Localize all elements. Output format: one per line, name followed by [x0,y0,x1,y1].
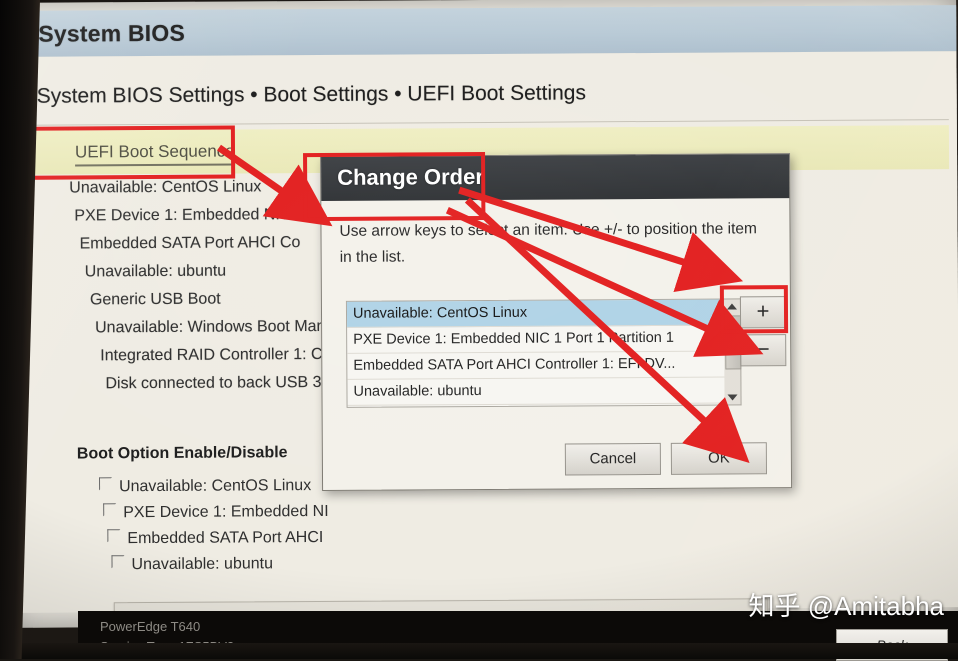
checkbox-icon[interactable] [103,503,117,517]
scrollbar-thumb[interactable] [725,315,742,370]
watermark: 知乎 @Amitabha [748,591,944,621]
boot-order-list-item[interactable]: PXE Device 1: Embedded NIC 1 Port 1 Part… [347,325,726,354]
service-tag: Service Tag : 1ZS5BV2 [100,639,235,654]
boot-option-checkbox-row[interactable]: Unavailable: ubuntu [111,551,273,578]
breadcrumb-divider [26,119,949,126]
boot-order-list-item[interactable]: Unavailable: CentOS Linux [346,299,726,328]
boot-option-checkbox-row[interactable]: Unavailable: CentOS Linux [98,473,312,500]
dialog-description: Use arrow keys to select an item. Use +/… [339,220,757,266]
move-down-button[interactable]: − [740,334,787,367]
dialog-title: Change Order [337,163,484,190]
scroll-down-arrow-icon[interactable] [727,394,738,401]
mouse-cursor-icon [709,260,726,285]
window-title: System BIOS [38,19,186,47]
boot-option-label: Unavailable: CentOS Linux [119,477,312,496]
boot-option-checkbox-row[interactable]: PXE Device 1: Embedded NI [103,499,329,526]
boot-order-list-item[interactable]: Unavailable: ubuntu [347,377,726,406]
boot-option-label: PXE Device 1: Embedded NI [123,502,329,522]
checkbox-icon[interactable] [111,555,125,569]
dialog-titlebar: Change Order [321,154,790,201]
listbox-scrollbar[interactable] [723,298,742,406]
uefi-boot-sequence-label: UEFI Boot Sequence [74,141,235,167]
breadcrumb: System BIOS Settings • Boot Settings • U… [36,81,587,108]
boot-option-checkbox-row[interactable]: Embedded SATA Port AHCI [107,525,323,552]
boot-order-list-item[interactable]: Embedded SATA Port AHCI Controller 1: EF… [347,351,726,380]
boot-option-label: Embedded SATA Port AHCI [127,528,324,548]
screenshot-root: System BIOS System BIOS Settings • Boot … [0,0,958,661]
cancel-button[interactable]: Cancel [564,442,661,476]
bios-screen: System BIOS System BIOS Settings • Boot … [6,0,958,657]
boot-option-label: Unavailable: ubuntu [131,555,274,574]
checkbox-icon[interactable] [107,529,121,543]
back-button[interactable]: Back [836,629,948,661]
window-titlebar: System BIOS [18,5,957,58]
move-up-button[interactable]: + [739,296,787,329]
checkbox-icon[interactable] [98,477,113,491]
scroll-up-arrow-icon[interactable] [726,303,737,310]
ok-button[interactable]: OK [670,442,767,475]
system-model: PowerEdge T640 [100,619,201,634]
change-order-dialog: Change Order Use arrow keys to select an… [320,153,793,491]
boot-option-enable-header: Boot Option Enable/Disable [76,444,288,463]
boot-order-listbox[interactable]: Unavailable: CentOS Linux PXE Device 1: E… [345,298,727,408]
